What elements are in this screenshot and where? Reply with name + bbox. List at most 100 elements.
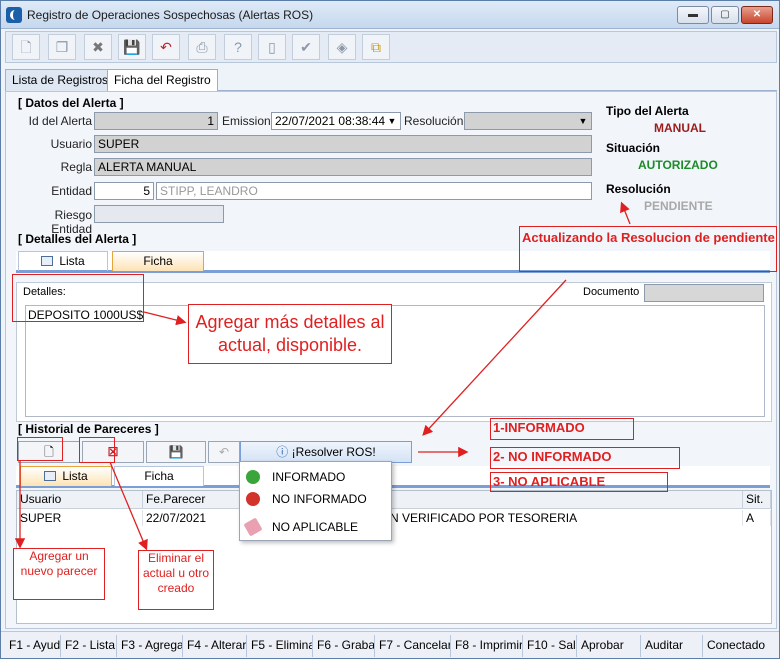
maximize-button[interactable]: ▢ [711, 6, 739, 24]
chevron-down-icon[interactable]: ▼ [384, 113, 400, 129]
annotation-agregar-parecer: Agregar un nuevo parecer [13, 548, 105, 600]
resolver-menu: INFORMADO NO INFORMADO NO APLICABLE [239, 461, 392, 541]
entidad-name-field[interactable]: STIPP, LEANDRO [156, 182, 592, 200]
copy-icon[interactable]: ❐ [48, 34, 76, 60]
annotation-opt2: 2- NO INFORMADO [490, 447, 680, 469]
cell-sit[interactable]: A [743, 510, 771, 526]
annotation-detalles-box [12, 274, 144, 322]
menu-item-no-aplicable[interactable]: NO APLICABLE [240, 516, 391, 538]
riesgo-field[interactable] [94, 205, 224, 223]
status-f8[interactable]: F8 - Imprimir [451, 635, 523, 657]
status-f7[interactable]: F7 - Cancelar [375, 635, 451, 657]
usuario-label: Usuario [50, 137, 92, 151]
list-icon [41, 256, 54, 266]
status-f3[interactable]: F3 - Agregar [117, 635, 183, 657]
resolucion-side-label: Resolución [606, 182, 671, 196]
new-doc-icon[interactable]: 🗋 [12, 34, 40, 60]
status-f6[interactable]: F6 - Grabar [313, 635, 375, 657]
app-icon [6, 7, 22, 23]
help-icon[interactable]: ? [224, 34, 252, 60]
documento-label: Documento [583, 286, 640, 298]
cell-comentario[interactable]: N VERIFICADO POR TESORERIA [387, 510, 743, 526]
minimize-button[interactable]: ▬ [677, 6, 709, 24]
menu-item-no-informado[interactable]: NO INFORMADO [240, 488, 391, 510]
print-icon[interactable]: ⎙ [188, 34, 216, 60]
col-usuario[interactable]: Usuario [17, 491, 143, 509]
info-icon: ⓘ [276, 445, 289, 459]
tab-detalles-ficha[interactable]: Ficha [112, 251, 204, 271]
menu-label: NO INFORMADO [272, 492, 367, 506]
tab-label: Lista [59, 254, 85, 268]
close-button[interactable]: ✕ [741, 6, 773, 24]
emission-label: Emission [222, 114, 271, 128]
tab-label: Lista [62, 469, 88, 483]
tab-ficha-registro[interactable]: Ficha del Registro [107, 69, 218, 91]
col-sit[interactable]: Sit. [743, 491, 771, 509]
historial-table: Usuario Fe.Parecer Sit. SUPER 22/07/2021… [16, 490, 772, 624]
resolver-label: ¡Resolver ROS! [291, 445, 376, 459]
tab-lista-registros[interactable]: Lista de Registros [5, 69, 116, 91]
undo-icon[interactable]: ↶ [152, 34, 180, 60]
annotation-opt3: 3- NO APLICABLE [490, 472, 668, 492]
resolver-ros-button[interactable]: ⓘ ¡Resolver ROS! [240, 441, 412, 463]
tab-historial-lista[interactable]: Lista [20, 466, 112, 486]
check-icon[interactable]: ✔ [292, 34, 320, 60]
status-f10[interactable]: F10 - Salir [523, 635, 577, 657]
status-conectado: Conectado [707, 638, 766, 652]
tipo-label: Tipo del Alerta [606, 104, 689, 118]
cell-usuario[interactable]: SUPER [17, 510, 143, 526]
status-f5[interactable]: F5 - Eliminar [247, 635, 313, 657]
menu-label: INFORMADO [272, 470, 346, 484]
menu-item-informado[interactable]: INFORMADO [240, 466, 391, 488]
tab-historial-ficha[interactable]: Ficha [114, 466, 204, 486]
regla-label: Regla [60, 160, 92, 174]
green-check-icon [246, 470, 260, 484]
emission-field[interactable]: 22/07/2021 08:38:44 ▼ [271, 112, 401, 130]
chevron-down-icon[interactable]: ▼ [575, 113, 591, 129]
id-label: Id del Alerta [28, 114, 92, 128]
entidad-id-field[interactable]: 5 [94, 182, 154, 200]
door-icon[interactable]: ▯ [258, 34, 286, 60]
usuario-field[interactable]: SUPER [94, 135, 592, 153]
status-f1[interactable]: F1 - Ayuda [5, 635, 61, 657]
red-x-icon [246, 492, 260, 506]
resolucion-select[interactable]: ▼ [464, 112, 592, 130]
situacion-value: AUTORIZADO [638, 158, 718, 172]
status-aprobar[interactable]: Aprobar [577, 635, 641, 657]
historial-header: [ Historial de Pareceres ] [18, 422, 159, 436]
resolucion-label: Resolución [404, 114, 464, 128]
cell-fecha[interactable]: 22/07/2021 08:39:0 [143, 510, 243, 526]
save-icon[interactable]: 💾 [118, 34, 146, 60]
annotation-agregar-detalles: Agregar más detalles al actual, disponib… [188, 304, 392, 364]
status-bar: F1 - Ayuda F2 - Lista F3 - Agregar F4 - … [1, 631, 779, 658]
status-f4[interactable]: F4 - Alterar [183, 635, 247, 657]
documento-field[interactable] [644, 284, 764, 302]
regla-field[interactable]: ALERTA MANUAL [94, 158, 592, 176]
title-bar[interactable]: Registro de Operaciones Sospechosas (Ale… [1, 1, 779, 29]
tipo-value: MANUAL [654, 121, 706, 135]
eraser-icon[interactable]: ◈ [328, 34, 356, 60]
delete-icon[interactable]: ✖ [84, 34, 112, 60]
menu-label: NO APLICABLE [272, 520, 359, 534]
annotation-eliminar: Eliminar el actual u otro creado [138, 550, 214, 610]
detalles-header: [ Detalles del Alerta ] [18, 232, 137, 246]
window-title: Registro de Operaciones Sospechosas (Ale… [27, 8, 314, 22]
annotation-del-btn-box [79, 437, 115, 463]
col-fecha[interactable]: Fe.Parecer [143, 491, 743, 509]
save-parecer-button[interactable]: 💾 [146, 441, 206, 463]
undo-parecer-button[interactable]: ↶ [208, 441, 240, 463]
export-icon[interactable]: ⧉ [362, 34, 390, 60]
eraser-icon [243, 517, 263, 537]
id-field[interactable]: 1 [94, 112, 218, 130]
emission-value: 22/07/2021 08:38:44 [275, 114, 386, 128]
annotation-add-btn-box [17, 437, 63, 461]
resolucion-side-value: PENDIENTE [644, 199, 713, 213]
annotation-opt1: 1-INFORMADO [490, 418, 634, 440]
toolbar: 🗋 ❐ ✖ 💾 ↶ ⎙ ? ▯ ✔ ◈ ⧉ [5, 31, 777, 63]
main-tabs: Lista de Registros Ficha del Registro [5, 69, 777, 91]
list-icon [44, 471, 57, 481]
tab-detalles-lista[interactable]: Lista [18, 251, 108, 271]
annotation-actualizando: Actualizando la Resolucion de pendiente [519, 226, 777, 272]
status-f2[interactable]: F2 - Lista [61, 635, 117, 657]
status-auditar[interactable]: Auditar [641, 635, 703, 657]
